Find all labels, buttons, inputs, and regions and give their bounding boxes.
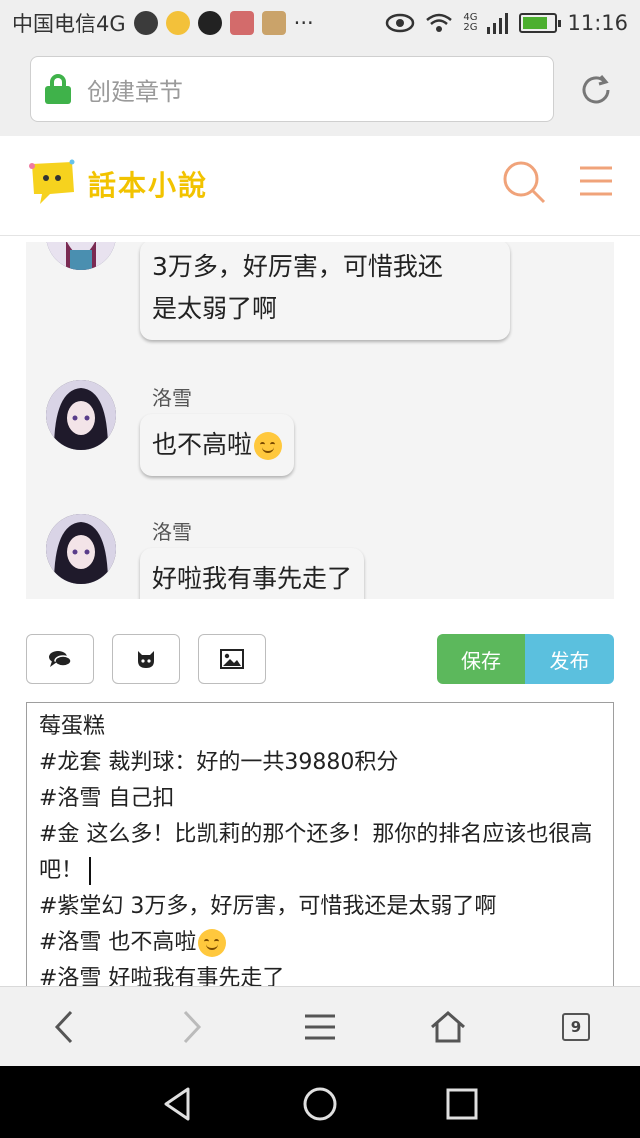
clock: 11:16 xyxy=(567,11,628,35)
system-nav-bar xyxy=(0,1066,640,1138)
sender-name: 洛雪 xyxy=(152,386,192,410)
editor-line: #龙套 裁判球：好的一共39880积分 xyxy=(39,750,399,775)
text-caret xyxy=(89,857,92,885)
battery-icon xyxy=(519,13,562,33)
chat-preview[interactable]: 3万多，好厉害，可惜我还 是太弱了啊 洛雪 也不高啦 洛雪 好啦我有事先走了 xyxy=(26,242,614,599)
tab-count-badge: 9 xyxy=(562,1013,590,1041)
editor-line: #紫堂幻 3万多，好厉害，可惜我还是太弱了啊 xyxy=(39,894,497,919)
tabs-button[interactable]: 9 xyxy=(556,1007,596,1047)
more-notifications: ··· xyxy=(293,11,314,35)
address-text: 创建章节 xyxy=(87,77,183,106)
nav-recents-icon[interactable] xyxy=(442,1084,482,1124)
character-button[interactable] xyxy=(112,634,180,684)
message-text-line-1: 3万多，好厉害，可惜我还 xyxy=(152,252,443,281)
site-logo-text[interactable]: 話本小說 xyxy=(88,164,208,204)
editor-line: #洛雪 自己扣 xyxy=(39,786,175,811)
message-bubble: 也不高啦 xyxy=(140,414,295,476)
carrier-label: 中国电信4G xyxy=(12,12,126,36)
avatar xyxy=(46,242,116,270)
script-editor[interactable]: 莓蛋糕 #龙套 裁判球：好的一共39880积分 #洛雪 自己扣 #金 这么多！比… xyxy=(26,702,614,1002)
lock-icon xyxy=(45,74,71,104)
nav-home-icon[interactable] xyxy=(300,1084,340,1124)
gallery-icon xyxy=(261,11,286,35)
forward-button[interactable] xyxy=(172,1007,212,1047)
nav-back-icon[interactable] xyxy=(158,1084,198,1124)
editor-line: #洛雪 也不高啦 xyxy=(39,930,197,955)
editor-line: #金 这么多！比凯莉的那个还多！那你的排名应该也很高吧！ xyxy=(39,822,593,883)
reload-icon[interactable] xyxy=(578,72,614,108)
smile-emoji-icon xyxy=(198,929,227,957)
app-icon-1 xyxy=(133,11,158,35)
menu-icon[interactable] xyxy=(578,164,614,198)
editor-line-with-emoji: #洛雪 也不高啦 xyxy=(39,925,601,961)
sender-name: 洛雪 xyxy=(152,520,192,544)
status-left: 中国电信4G ··· xyxy=(12,8,314,38)
app-icon-2 xyxy=(165,11,190,35)
home-button[interactable] xyxy=(428,1007,468,1047)
message-text: 也不高啦 xyxy=(152,430,253,459)
browser-url-bar: 创建章节 xyxy=(0,46,640,136)
editor-line-with-caret: #金 这么多！比凯莉的那个还多！那你的排名应该也很高吧！ xyxy=(39,817,601,889)
battery-level xyxy=(523,17,548,29)
save-button[interactable]: 保存 xyxy=(437,634,525,684)
smile-emoji-icon xyxy=(254,432,283,460)
address-field[interactable]: 创建章节 xyxy=(30,56,554,122)
image-icon xyxy=(220,649,244,669)
site-header: 話本小說 xyxy=(0,136,640,236)
message-text: 好啦我有事先走了 xyxy=(152,564,353,593)
network-bottom: 2G xyxy=(463,22,478,33)
logo-chat-bubble-icon[interactable] xyxy=(26,156,78,208)
wifi-icon xyxy=(426,13,453,32)
chevron-right-icon xyxy=(183,1010,202,1044)
message-text-line-2: 是太弱了啊 xyxy=(152,294,278,323)
chevron-left-icon xyxy=(54,1010,73,1044)
message-bubble: 好啦我有事先走了 xyxy=(140,548,365,599)
browser-bottom-bar: 9 xyxy=(0,986,640,1066)
app-icon-3 xyxy=(229,11,254,35)
eye-icon xyxy=(386,13,415,33)
browser-menu-button[interactable] xyxy=(300,1007,340,1047)
menu-icon xyxy=(305,1014,335,1040)
publish-button[interactable]: 发布 xyxy=(525,634,614,684)
message-bubble: 3万多，好厉害，可惜我还 是太弱了啊 xyxy=(140,242,510,340)
editor-line: 莓蛋糕 xyxy=(39,714,106,739)
github-icon xyxy=(138,651,154,668)
status-right: 4G 2G 11:16 xyxy=(385,11,628,35)
avatar xyxy=(46,380,116,450)
dialogue-button[interactable] xyxy=(26,634,94,684)
back-button[interactable] xyxy=(44,1007,84,1047)
image-button[interactable] xyxy=(198,634,266,684)
qq-icon xyxy=(197,11,222,35)
chat-icon xyxy=(49,651,72,667)
signal-icon xyxy=(487,13,509,34)
network-type: 4G 2G xyxy=(463,13,477,33)
status-bar: 中国电信4G ··· 4G 2G 11:16 xyxy=(0,0,640,46)
search-icon[interactable] xyxy=(500,158,548,206)
home-icon xyxy=(431,1011,465,1043)
avatar xyxy=(46,514,116,584)
